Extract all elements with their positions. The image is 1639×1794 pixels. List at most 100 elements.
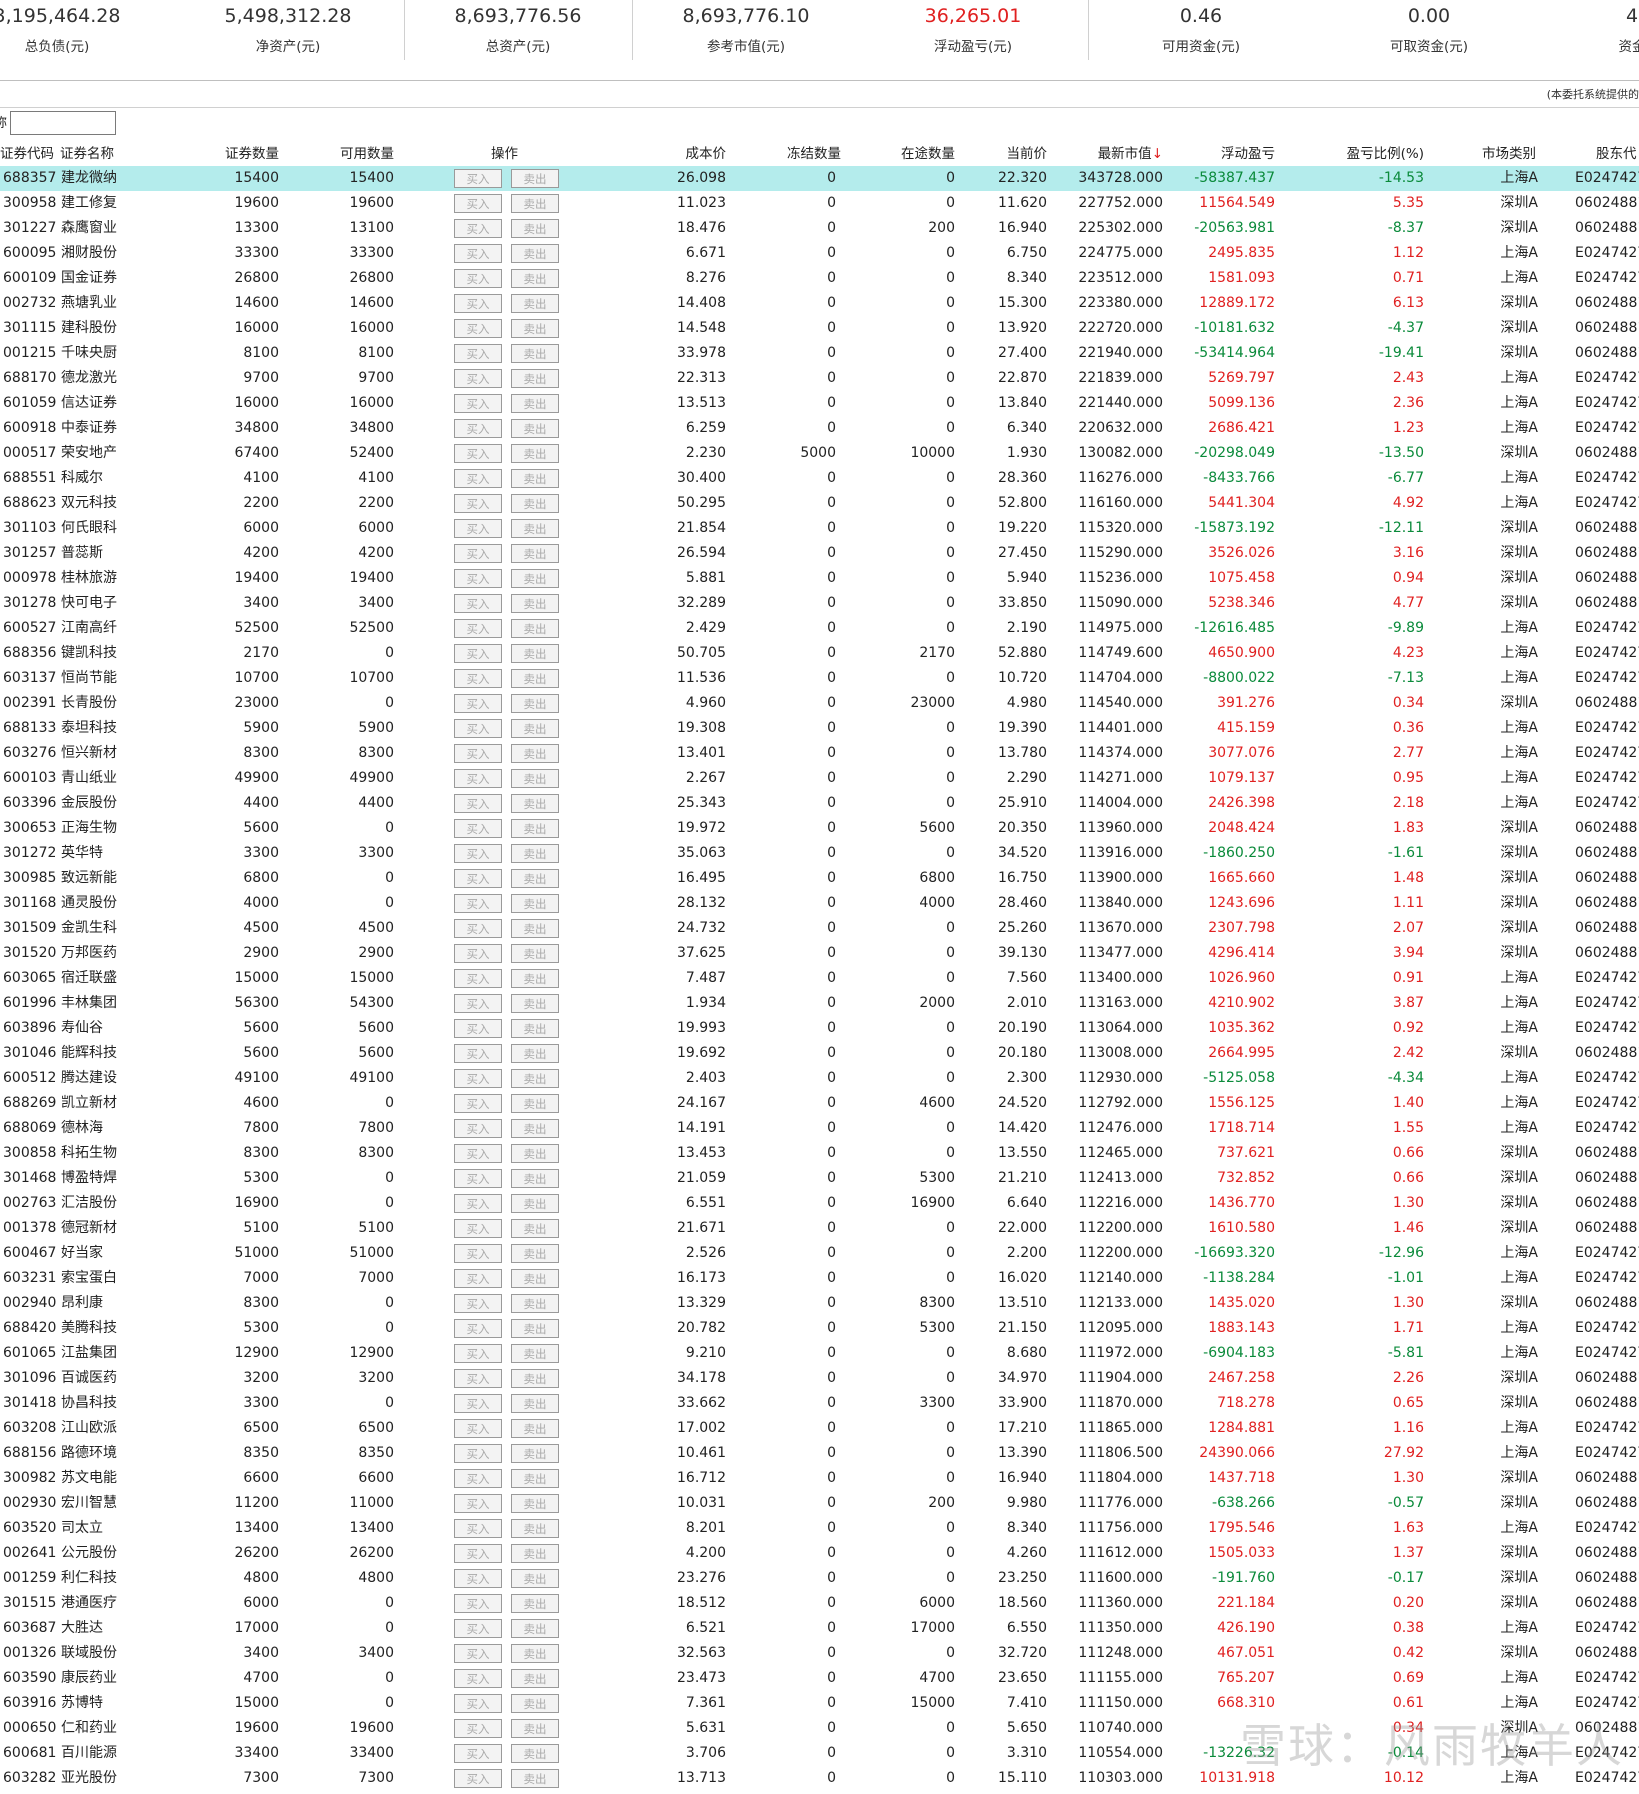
buy-button[interactable]: 买入 xyxy=(454,1119,502,1138)
table-row[interactable]: 688357 建龙微纳 15400 15400 26.098 0 0 22.320 343728… xyxy=(0,166,1639,191)
buy-button[interactable]: 买入 xyxy=(454,1544,502,1563)
table-row[interactable]: 002732 燕塘乳业 14600 14600 14.408 0 0 15.300 223380… xyxy=(0,291,1639,316)
sell-button[interactable]: 卖出 xyxy=(511,994,559,1013)
buy-button[interactable]: 买入 xyxy=(454,244,502,263)
buy-button[interactable]: 买入 xyxy=(454,944,502,963)
sell-button[interactable]: 卖出 xyxy=(511,1744,559,1763)
sell-button[interactable]: 卖出 xyxy=(511,169,559,188)
col-market-value[interactable]: 最新市值↓ xyxy=(1098,143,1163,165)
buy-button[interactable]: 买入 xyxy=(454,569,502,588)
buy-button[interactable]: 买入 xyxy=(454,394,502,413)
buy-button[interactable]: 买入 xyxy=(454,669,502,688)
sell-button[interactable]: 卖出 xyxy=(511,1094,559,1113)
table-row[interactable]: 600467 好当家 51000 51000 2.526 0 0 2.200 112200.00… xyxy=(0,1241,1639,1266)
table-row[interactable]: 688269 凯立新材 4600 0 24.167 0 4600 24.520 112792.0… xyxy=(0,1091,1639,1116)
sell-button[interactable]: 卖出 xyxy=(511,694,559,713)
table-row[interactable]: 002641 公元股份 26200 26200 4.200 0 0 4.260 111612.0… xyxy=(0,1541,1639,1566)
buy-button[interactable]: 买入 xyxy=(454,1219,502,1238)
table-row[interactable]: 603590 康辰药业 4700 0 23.473 0 4700 23.650 111155.0… xyxy=(0,1666,1639,1691)
table-row[interactable]: 301103 何氏眼科 6000 6000 21.854 0 0 19.220 115320.0… xyxy=(0,516,1639,541)
table-row[interactable]: 300985 致远新能 6800 0 16.495 0 6800 16.750 113900.0… xyxy=(0,866,1639,891)
buy-button[interactable]: 买入 xyxy=(454,1444,502,1463)
buy-button[interactable]: 买入 xyxy=(454,219,502,238)
sell-button[interactable]: 卖出 xyxy=(511,1544,559,1563)
sell-button[interactable]: 卖出 xyxy=(511,544,559,563)
table-row[interactable]: 301046 能辉科技 5600 5600 19.692 0 0 20.180 113008.0… xyxy=(0,1041,1639,1066)
sell-button[interactable]: 卖出 xyxy=(511,794,559,813)
buy-button[interactable]: 买入 xyxy=(454,494,502,513)
sell-button[interactable]: 卖出 xyxy=(511,1019,559,1038)
buy-button[interactable]: 买入 xyxy=(454,1594,502,1613)
sell-button[interactable]: 卖出 xyxy=(511,1269,559,1288)
sell-button[interactable]: 卖出 xyxy=(511,444,559,463)
table-row[interactable]: 000978 桂林旅游 19400 19400 5.881 0 0 5.940 115236.0… xyxy=(0,566,1639,591)
buy-button[interactable]: 买入 xyxy=(454,769,502,788)
table-row[interactable]: 603282 亚光股份 7300 7300 13.713 0 0 15.110 110303.0… xyxy=(0,1766,1639,1791)
buy-button[interactable]: 买入 xyxy=(454,1719,502,1738)
table-row[interactable]: 301520 万邦医药 2900 2900 37.625 0 0 39.130 113477.0… xyxy=(0,941,1639,966)
sell-button[interactable]: 卖出 xyxy=(511,1494,559,1513)
sell-button[interactable]: 卖出 xyxy=(511,669,559,688)
table-row[interactable]: 301168 通灵股份 4000 0 28.132 0 4000 28.460 113840.0… xyxy=(0,891,1639,916)
buy-button[interactable]: 买入 xyxy=(454,1519,502,1538)
table-row[interactable]: 688069 德林海 7800 7800 14.191 0 0 14.420 112476.00… xyxy=(0,1116,1639,1141)
sell-button[interactable]: 卖出 xyxy=(511,519,559,538)
sell-button[interactable]: 卖出 xyxy=(511,394,559,413)
buy-button[interactable]: 买入 xyxy=(454,969,502,988)
sell-button[interactable]: 卖出 xyxy=(511,294,559,313)
buy-button[interactable]: 买入 xyxy=(454,1494,502,1513)
buy-button[interactable]: 买入 xyxy=(454,319,502,338)
table-row[interactable]: 600918 中泰证券 34800 34800 6.259 0 0 6.340 220632.0… xyxy=(0,416,1639,441)
buy-button[interactable]: 买入 xyxy=(454,894,502,913)
buy-button[interactable]: 买入 xyxy=(454,994,502,1013)
table-row[interactable]: 300958 建工修复 19600 19600 11.023 0 0 11.620 227752… xyxy=(0,191,1639,216)
col-qty[interactable]: 证券数量 xyxy=(225,143,279,165)
buy-button[interactable]: 买入 xyxy=(454,1644,502,1663)
sell-button[interactable]: 卖出 xyxy=(511,494,559,513)
table-row[interactable]: 300982 苏文电能 6600 6600 16.712 0 0 16.940 111804.0… xyxy=(0,1466,1639,1491)
table-row[interactable]: 002391 长青股份 23000 0 4.960 0 23000 4.980 114540.0… xyxy=(0,691,1639,716)
buy-button[interactable]: 买入 xyxy=(454,1244,502,1263)
table-row[interactable]: 603896 寿仙谷 5600 5600 19.993 0 0 20.190 113064.00… xyxy=(0,1016,1639,1041)
sell-button[interactable]: 卖出 xyxy=(511,1619,559,1638)
table-row[interactable]: 000517 荣安地产 67400 52400 2.230 5000 10000 1.930 1… xyxy=(0,441,1639,466)
buy-button[interactable]: 买入 xyxy=(454,1394,502,1413)
col-market[interactable]: 市场类别 xyxy=(1482,143,1536,165)
sell-button[interactable]: 卖出 xyxy=(511,244,559,263)
table-row[interactable]: 600681 百川能源 33400 33400 3.706 0 0 3.310 110554.0… xyxy=(0,1741,1639,1766)
table-row[interactable]: 601996 丰林集团 56300 54300 1.934 0 2000 2.010 11316… xyxy=(0,991,1639,1016)
buy-button[interactable]: 买入 xyxy=(454,1094,502,1113)
table-row[interactable]: 600095 湘财股份 33300 33300 6.671 0 0 6.750 224775.0… xyxy=(0,241,1639,266)
buy-button[interactable]: 买入 xyxy=(454,444,502,463)
buy-button[interactable]: 买入 xyxy=(454,694,502,713)
buy-button[interactable]: 买入 xyxy=(454,1269,502,1288)
sell-button[interactable]: 卖出 xyxy=(511,644,559,663)
buy-button[interactable]: 买入 xyxy=(454,369,502,388)
sell-button[interactable]: 卖出 xyxy=(511,269,559,288)
table-row[interactable]: 603276 恒兴新材 8300 8300 13.401 0 0 13.780 114374.0… xyxy=(0,741,1639,766)
sell-button[interactable]: 卖出 xyxy=(511,1569,559,1588)
buy-button[interactable]: 买入 xyxy=(454,1694,502,1713)
col-pnl-pct[interactable]: 盈亏比例(%) xyxy=(1347,143,1424,165)
buy-button[interactable]: 买入 xyxy=(454,1369,502,1388)
col-available[interactable]: 可用数量 xyxy=(340,143,394,165)
sell-button[interactable]: 卖出 xyxy=(511,1594,559,1613)
sell-button[interactable]: 卖出 xyxy=(511,769,559,788)
table-row[interactable]: 603916 苏博特 15000 0 7.361 0 15000 7.410 111150.00… xyxy=(0,1691,1639,1716)
table-row[interactable]: 603231 索宝蛋白 7000 7000 16.173 0 0 16.020 112140.0… xyxy=(0,1266,1639,1291)
buy-button[interactable]: 买入 xyxy=(454,594,502,613)
table-row[interactable]: 301115 建科股份 16000 16000 14.548 0 0 13.920 222720… xyxy=(0,316,1639,341)
sell-button[interactable]: 卖出 xyxy=(511,619,559,638)
buy-button[interactable]: 买入 xyxy=(454,919,502,938)
col-pnl[interactable]: 浮动盈亏 xyxy=(1221,143,1275,165)
table-row[interactable]: 002763 汇洁股份 16900 0 6.551 0 16900 6.640 112216.0… xyxy=(0,1191,1639,1216)
table-row[interactable]: 688551 科威尔 4100 4100 30.400 0 0 28.360 116276.00… xyxy=(0,466,1639,491)
buy-button[interactable]: 买入 xyxy=(454,1144,502,1163)
sell-button[interactable]: 卖出 xyxy=(511,1644,559,1663)
table-row[interactable]: 301096 百诚医药 3200 3200 34.178 0 0 34.970 111904.0… xyxy=(0,1366,1639,1391)
sell-button[interactable]: 卖出 xyxy=(511,1444,559,1463)
sell-button[interactable]: 卖出 xyxy=(511,219,559,238)
sell-button[interactable]: 卖出 xyxy=(511,1769,559,1788)
sell-button[interactable]: 卖出 xyxy=(511,1044,559,1063)
buy-button[interactable]: 买入 xyxy=(454,1669,502,1688)
